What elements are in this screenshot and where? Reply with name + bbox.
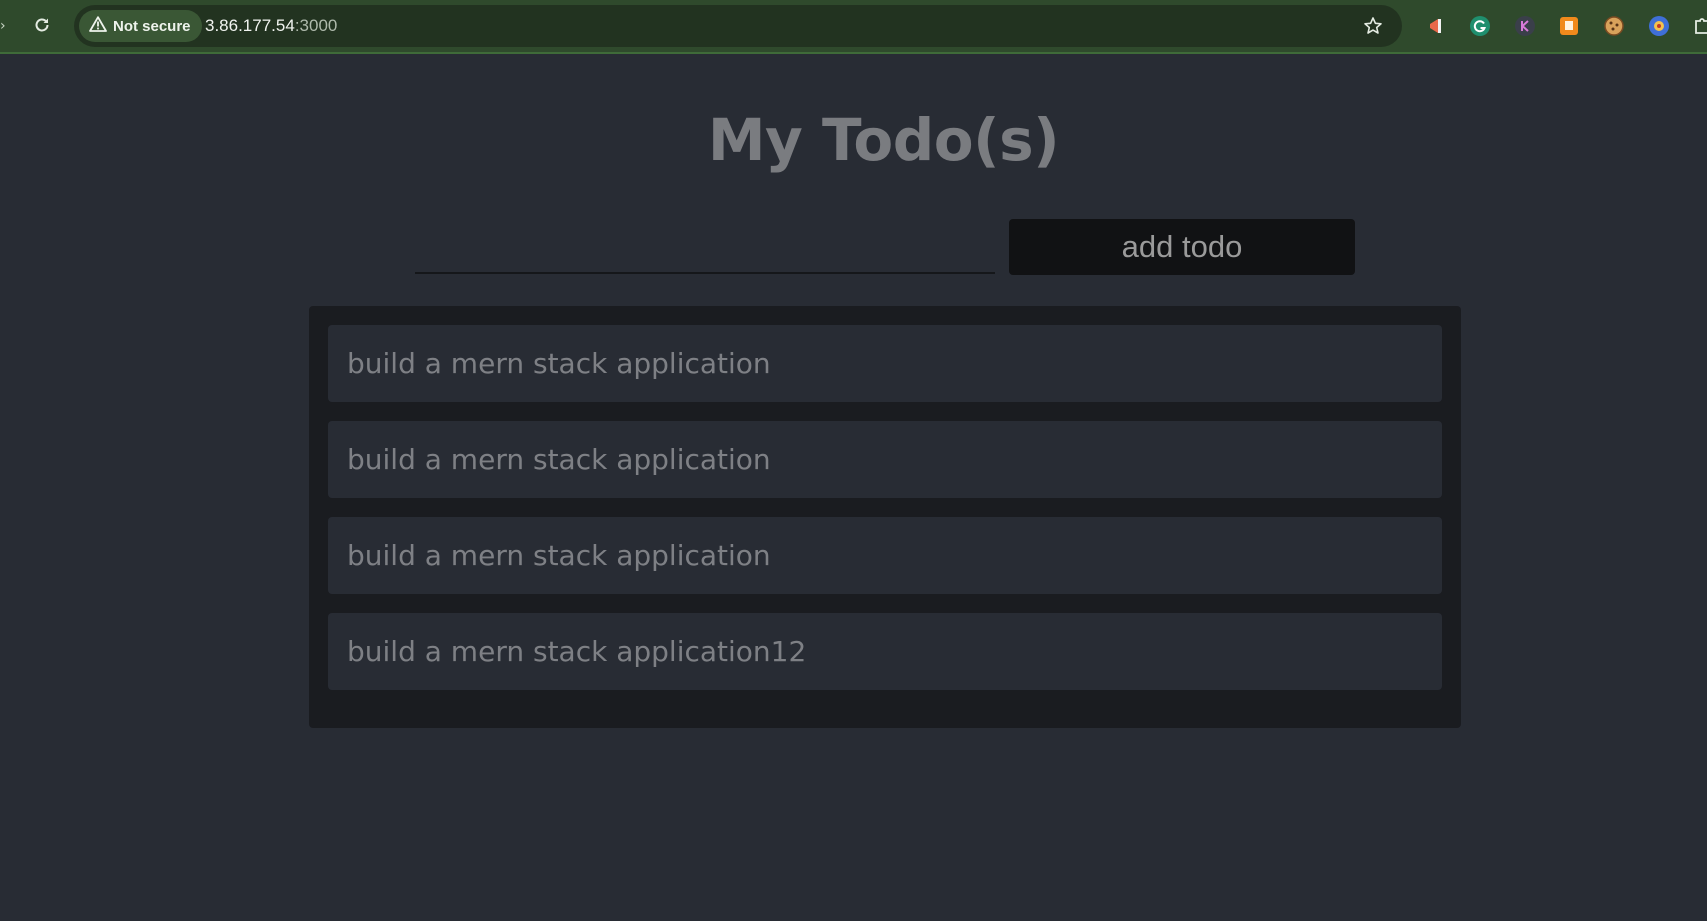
add-todo-button[interactable]: add todo	[1009, 219, 1355, 275]
megaphone-extension-icon[interactable]	[1425, 15, 1447, 37]
reload-icon[interactable]	[31, 14, 53, 36]
url-port: :3000	[294, 16, 338, 35]
security-label: Not secure	[113, 17, 191, 35]
k-extension-icon[interactable]	[1514, 15, 1536, 37]
fist-extension-icon[interactable]	[1558, 15, 1580, 37]
warning-icon	[89, 16, 107, 36]
browser-toolbar: › Not secure 3.86.177.54:3000	[0, 0, 1707, 54]
todo-list: build a mern stack application build a m…	[309, 306, 1461, 728]
page-title: My Todo(s)	[707, 106, 1060, 174]
puzzle-extensions-icon[interactable]	[1691, 15, 1707, 37]
security-chip[interactable]: Not secure	[79, 10, 202, 42]
back-arrow-icon[interactable]: ›	[0, 18, 6, 34]
todo-item[interactable]: build a mern stack application12	[328, 613, 1442, 690]
todo-item[interactable]: build a mern stack application	[328, 325, 1442, 402]
todo-input[interactable]	[415, 218, 995, 274]
url-text[interactable]: 3.86.177.54:3000	[205, 16, 337, 36]
cookie-extension-icon[interactable]	[1603, 15, 1625, 37]
todo-item[interactable]: build a mern stack application	[328, 517, 1442, 594]
eye-extension-icon[interactable]	[1648, 15, 1670, 37]
star-icon[interactable]	[1362, 15, 1384, 37]
address-bar[interactable]: Not secure 3.86.177.54:3000	[74, 5, 1402, 47]
todo-item[interactable]: build a mern stack application	[328, 421, 1442, 498]
url-host: 3.86.177.54	[205, 16, 295, 35]
grammarly-extension-icon[interactable]	[1469, 15, 1491, 37]
